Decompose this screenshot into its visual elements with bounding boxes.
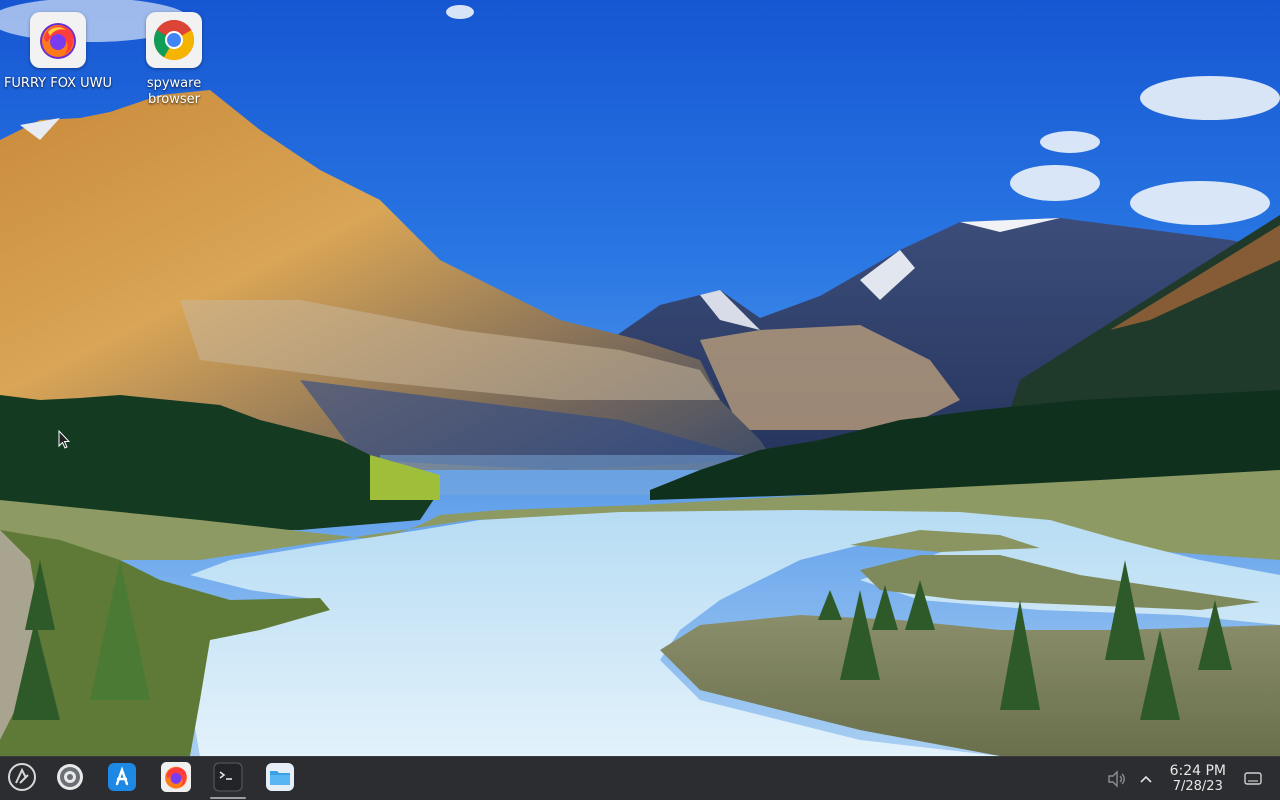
app-store-icon bbox=[107, 762, 137, 796]
taskbar-firefox[interactable] bbox=[156, 759, 196, 799]
taskbar-terminal[interactable] bbox=[208, 759, 248, 799]
firefox-icon bbox=[161, 761, 191, 796]
desktop-icon-chrome[interactable]: spyware browser bbox=[119, 12, 229, 108]
wallpaper-landscape bbox=[0, 0, 1280, 756]
desktop-icon-firefox[interactable]: FURRY FOX UWU bbox=[3, 12, 113, 92]
taskbar-app-store[interactable] bbox=[102, 759, 142, 799]
chevron-up-icon[interactable] bbox=[1134, 774, 1158, 784]
volume-muted-icon[interactable] bbox=[1104, 769, 1130, 788]
chrome-icon bbox=[146, 12, 202, 68]
desktop-icon-label: FURRY FOX UWU bbox=[3, 76, 113, 91]
firefox-icon bbox=[30, 12, 86, 68]
show-desktop-icon[interactable] bbox=[1240, 771, 1266, 787]
desktop-icon-label: spyware browser bbox=[146, 76, 202, 107]
taskbar-system-settings[interactable] bbox=[50, 759, 90, 799]
clock-time: 6:24 PM bbox=[1169, 763, 1226, 779]
clock-date: 7/28/23 bbox=[1172, 779, 1223, 794]
taskbar: 6:24 PM 7/28/23 bbox=[0, 756, 1280, 800]
active-window-indicator bbox=[210, 796, 246, 799]
taskbar-files[interactable] bbox=[260, 759, 300, 799]
folder-icon bbox=[265, 762, 295, 796]
app-launcher-icon bbox=[7, 762, 37, 796]
terminal-icon bbox=[213, 762, 243, 796]
settings-gear-icon bbox=[55, 762, 85, 796]
mouse-cursor-icon bbox=[58, 429, 72, 454]
app-launcher-button[interactable] bbox=[2, 759, 42, 799]
clock[interactable]: 6:24 PM 7/28/23 bbox=[1170, 763, 1226, 794]
system-tray: 6:24 PM 7/28/23 bbox=[1104, 757, 1280, 800]
desktop-wallpaper bbox=[0, 0, 1280, 756]
